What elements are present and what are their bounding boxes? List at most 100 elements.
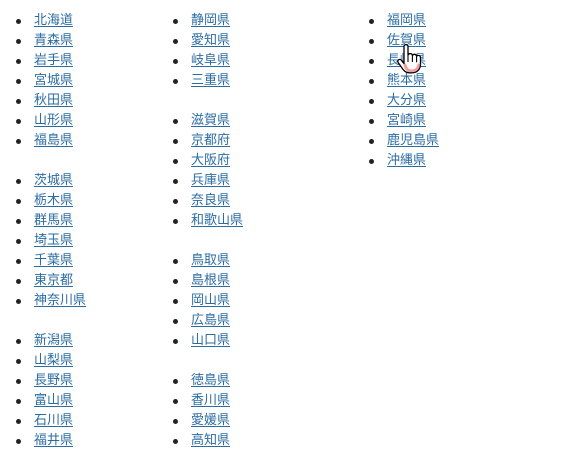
prefecture-column-3: 福岡県 佐賀県 長崎県 熊本県 大分県 宮崎県 鹿児島県 沖縄県 bbox=[369, 11, 439, 171]
bullet bbox=[173, 318, 178, 324]
list-item: 大分県 bbox=[369, 91, 439, 111]
prefecture-link-shimane[interactable]: 島根県 bbox=[191, 273, 230, 288]
prefecture-link-iwate[interactable]: 岩手県 bbox=[34, 53, 73, 68]
prefecture-link-hiroshima[interactable]: 広島県 bbox=[191, 313, 230, 328]
bullet bbox=[16, 98, 21, 104]
list-item: 神奈川県 bbox=[16, 291, 86, 311]
list-item: 愛媛県 bbox=[173, 411, 243, 431]
prefecture-link-mie[interactable]: 三重県 bbox=[191, 73, 230, 88]
prefecture-link-gunma[interactable]: 群馬県 bbox=[34, 213, 73, 228]
list-item: 茨城県 bbox=[16, 171, 86, 191]
prefecture-link-tochigi[interactable]: 栃木県 bbox=[34, 193, 73, 208]
list-item: 新潟県 bbox=[16, 331, 86, 351]
prefecture-column-2: 静岡県 愛知県 岐阜県 三重県 滋賀県 京都府 大阪府 兵庫県 奈良県 和歌山県… bbox=[173, 11, 243, 451]
prefecture-link-hyogo[interactable]: 兵庫県 bbox=[191, 173, 230, 188]
bullet bbox=[173, 58, 178, 64]
prefecture-link-fukuoka[interactable]: 福岡県 bbox=[387, 13, 426, 28]
bullet bbox=[16, 58, 21, 64]
list-item: 宮崎県 bbox=[369, 111, 439, 131]
prefecture-column-1: 北海道 青森県 岩手県 宮城県 秋田県 山形県 福島県 茨城県 栃木県 群馬県 … bbox=[16, 11, 86, 451]
prefecture-link-kyoto[interactable]: 京都府 bbox=[191, 133, 230, 148]
prefecture-link-ehime[interactable]: 愛媛県 bbox=[191, 413, 230, 428]
list-item: 青森県 bbox=[16, 31, 86, 51]
bullet bbox=[16, 238, 21, 244]
list-item: 岩手県 bbox=[16, 51, 86, 71]
list-item: 富山県 bbox=[16, 391, 86, 411]
list-item: 秋田県 bbox=[16, 91, 86, 111]
bullet bbox=[16, 178, 21, 184]
prefecture-link-shiga[interactable]: 滋賀県 bbox=[191, 113, 230, 128]
bullet bbox=[173, 218, 178, 224]
bullet bbox=[173, 178, 178, 184]
bullet bbox=[16, 78, 21, 84]
prefecture-link-akita[interactable]: 秋田県 bbox=[34, 93, 73, 108]
prefecture-link-shizuoka[interactable]: 静岡県 bbox=[191, 13, 230, 28]
bullet bbox=[16, 118, 21, 124]
prefecture-link-niigata[interactable]: 新潟県 bbox=[34, 333, 73, 348]
bullet bbox=[173, 118, 178, 124]
prefecture-link-miyazaki[interactable]: 宮崎県 bbox=[387, 113, 426, 128]
prefecture-link-yamanashi[interactable]: 山梨県 bbox=[34, 353, 73, 368]
prefecture-link-saitama[interactable]: 埼玉県 bbox=[34, 233, 73, 248]
prefecture-link-tokushima[interactable]: 徳島県 bbox=[191, 373, 230, 388]
prefecture-link-okinawa[interactable]: 沖縄県 bbox=[387, 153, 426, 168]
list-item: 大阪府 bbox=[173, 151, 243, 171]
prefecture-link-kumamoto[interactable]: 熊本県 bbox=[387, 73, 426, 88]
prefecture-link-yamaguchi[interactable]: 山口県 bbox=[191, 333, 230, 348]
prefecture-link-kanagawa[interactable]: 神奈川県 bbox=[34, 293, 86, 308]
prefecture-link-gifu[interactable]: 岐阜県 bbox=[191, 53, 230, 68]
bullet bbox=[173, 18, 178, 24]
prefecture-link-kochi[interactable]: 高知県 bbox=[191, 433, 230, 448]
bullet bbox=[16, 398, 21, 404]
list-item: 栃木県 bbox=[16, 191, 86, 211]
list-item: 埼玉県 bbox=[16, 231, 86, 251]
list-item: 鳥取県 bbox=[173, 251, 243, 271]
bullet bbox=[173, 258, 178, 264]
bullet bbox=[173, 438, 178, 444]
prefecture-link-wakayama[interactable]: 和歌山県 bbox=[191, 213, 243, 228]
list-item: 宮城県 bbox=[16, 71, 86, 91]
bullet bbox=[16, 218, 21, 224]
prefecture-link-tottori[interactable]: 鳥取県 bbox=[191, 253, 230, 268]
list-item: 山口県 bbox=[173, 331, 243, 351]
prefecture-link-miyagi[interactable]: 宮城県 bbox=[34, 73, 73, 88]
bullet bbox=[173, 78, 178, 84]
bullet bbox=[369, 158, 374, 164]
prefecture-link-aomori[interactable]: 青森県 bbox=[34, 33, 73, 48]
prefecture-link-nagasaki[interactable]: 長崎県 bbox=[387, 53, 426, 68]
prefecture-link-fukushima[interactable]: 福島県 bbox=[34, 133, 73, 148]
prefecture-link-kagoshima[interactable]: 鹿児島県 bbox=[387, 133, 439, 148]
prefecture-link-osaka[interactable]: 大阪府 bbox=[191, 153, 230, 168]
list-item: 北海道 bbox=[16, 11, 86, 31]
bullet bbox=[369, 58, 374, 64]
prefecture-link-kagawa[interactable]: 香川県 bbox=[191, 393, 230, 408]
list-item: 奈良県 bbox=[173, 191, 243, 211]
bullet bbox=[16, 338, 21, 344]
bullet bbox=[173, 418, 178, 424]
list-item: 岡山県 bbox=[173, 291, 243, 311]
prefecture-link-chiba[interactable]: 千葉県 bbox=[34, 253, 73, 268]
prefecture-link-nara[interactable]: 奈良県 bbox=[191, 193, 230, 208]
prefecture-link-yamagata[interactable]: 山形県 bbox=[34, 113, 73, 128]
prefecture-link-ishikawa[interactable]: 石川県 bbox=[34, 413, 73, 428]
bullet bbox=[16, 18, 21, 24]
prefecture-link-fukui[interactable]: 福井県 bbox=[34, 433, 73, 448]
prefecture-link-saga[interactable]: 佐賀県 bbox=[387, 33, 426, 48]
prefecture-link-oita[interactable]: 大分県 bbox=[387, 93, 426, 108]
prefecture-link-ibaraki[interactable]: 茨城県 bbox=[34, 173, 73, 188]
list-item: 島根県 bbox=[173, 271, 243, 291]
prefecture-link-okayama[interactable]: 岡山県 bbox=[191, 293, 230, 308]
bullet bbox=[173, 138, 178, 144]
bullet bbox=[369, 118, 374, 124]
list-item: 広島県 bbox=[173, 311, 243, 331]
bullet bbox=[173, 198, 178, 204]
prefecture-link-nagano[interactable]: 長野県 bbox=[34, 373, 73, 388]
list-item: 群馬県 bbox=[16, 211, 86, 231]
prefecture-link-aichi[interactable]: 愛知県 bbox=[191, 33, 230, 48]
prefecture-link-toyama[interactable]: 富山県 bbox=[34, 393, 73, 408]
list-item: 三重県 bbox=[173, 71, 243, 91]
bullet bbox=[173, 338, 178, 344]
bullet bbox=[173, 158, 178, 164]
prefecture-link-hokkaido[interactable]: 北海道 bbox=[34, 13, 73, 28]
prefecture-link-tokyo[interactable]: 東京都 bbox=[34, 273, 73, 288]
